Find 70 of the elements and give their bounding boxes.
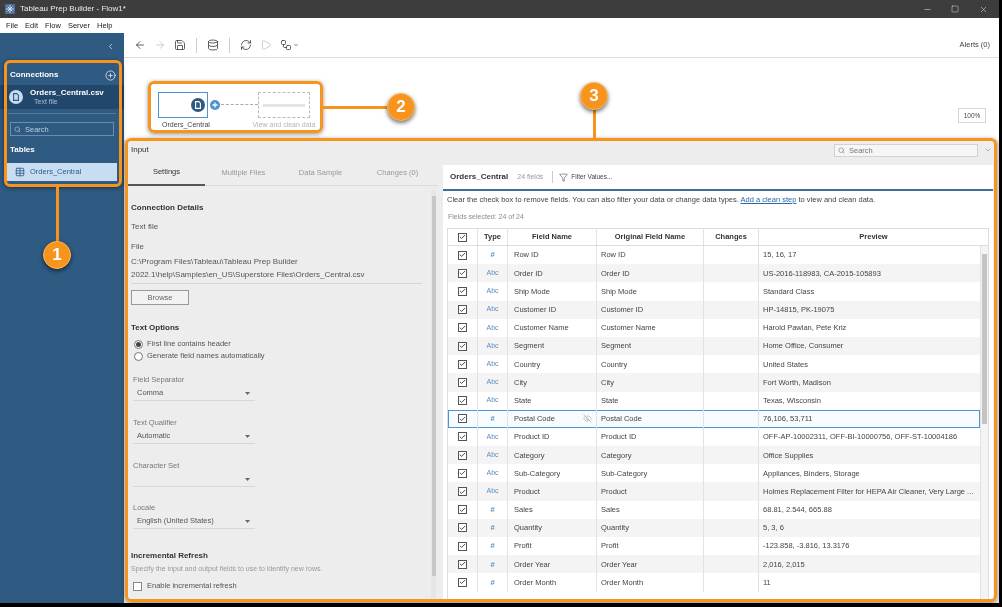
connection-name: Orders_Central.csv [30, 88, 104, 97]
chevron-down-icon [984, 146, 992, 154]
table-name: Orders_Central [450, 171, 509, 183]
field-checkbox[interactable] [458, 341, 467, 351]
radio-button[interactable] [134, 351, 143, 361]
search-icon [14, 125, 21, 133]
field-checkbox[interactable] [458, 523, 467, 533]
caret-icon [245, 434, 250, 438]
workflow-icon [280, 39, 292, 51]
arrow-left-icon [134, 39, 146, 51]
field-checkbox[interactable] [458, 250, 467, 260]
database-icon [207, 39, 219, 51]
caret-icon [293, 42, 299, 48]
field-checkbox[interactable] [458, 323, 467, 333]
radio-button[interactable] [134, 339, 143, 349]
maximize-icon [951, 5, 959, 13]
connector-line [221, 104, 258, 105]
field-checkbox[interactable] [458, 559, 467, 569]
field-checkbox[interactable] [458, 396, 467, 406]
maximize-button[interactable] [949, 3, 961, 15]
section-heading: Text Options [131, 322, 181, 334]
field-checkbox[interactable] [458, 505, 467, 515]
play-icon [260, 39, 272, 51]
field-checkbox[interactable] [458, 286, 467, 296]
callout-line [322, 106, 388, 109]
refresh-icon [240, 39, 252, 51]
file-icon [9, 90, 23, 104]
file-label: File [131, 241, 145, 253]
window-title: Tableau Prep Builder - Flow1* [20, 3, 126, 15]
scrollbar[interactable] [980, 246, 988, 600]
section-heading: Connections [10, 69, 59, 81]
field-checkbox[interactable] [458, 450, 467, 460]
field-checkbox[interactable] [458, 468, 467, 478]
caret-icon [245, 391, 250, 395]
plus-circle-icon [105, 69, 116, 81]
search-icon [838, 147, 845, 154]
connection-type: Text file [131, 221, 160, 233]
app-icon [5, 4, 15, 14]
add-step-icon[interactable] [210, 100, 220, 110]
collapse-button[interactable] [106, 42, 115, 51]
field-checkbox[interactable] [458, 432, 467, 442]
arrow-right-icon [154, 39, 166, 51]
select-all-checkbox[interactable] [458, 232, 467, 242]
caret-icon [245, 519, 250, 523]
field-checkbox[interactable] [458, 359, 467, 369]
callout-line [56, 186, 59, 242]
field-checkbox[interactable] [458, 377, 467, 387]
section-heading: Incremental Refresh [131, 550, 209, 562]
callout-line [593, 109, 596, 139]
field-checkbox[interactable] [458, 541, 467, 551]
section-heading: Connection Details [131, 202, 205, 214]
field-checkbox[interactable] [458, 487, 467, 497]
file-icon [191, 98, 205, 112]
add-connection-button[interactable] [105, 69, 116, 81]
scrollbar[interactable] [431, 190, 436, 599]
funnel-icon [559, 172, 569, 182]
field-checkbox[interactable] [458, 268, 467, 278]
field-checkbox[interactable] [458, 305, 467, 315]
panel-title: Input [131, 144, 149, 156]
field-checkbox[interactable] [458, 414, 467, 424]
chevron-left-icon [106, 42, 115, 51]
caret-icon [245, 477, 250, 481]
file-path: C:\Program Files\Tableau\Tableau Prep Builder 2022.1\help\Samples\en_US\Superstore Files\Orders_Central.csv [131, 256, 366, 281]
section-heading: Tables [9, 144, 36, 156]
checkbox[interactable] [133, 581, 142, 591]
save-icon [174, 39, 186, 51]
input-step-node[interactable] [158, 92, 208, 118]
close-icon [978, 4, 988, 14]
field-checkbox[interactable] [458, 577, 467, 587]
table-icon [15, 167, 25, 177]
